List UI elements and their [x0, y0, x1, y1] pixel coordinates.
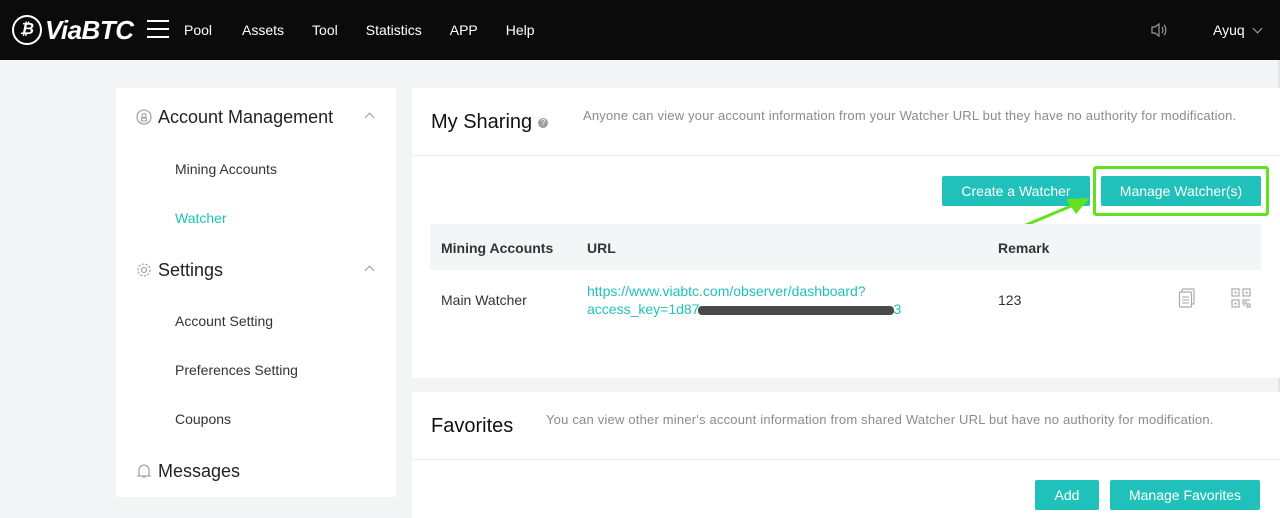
nav-tool[interactable]: Tool: [312, 22, 338, 38]
url-key-start: access_key=1d87: [587, 301, 700, 317]
watcher-url-line2: access_key=1d87 3: [587, 300, 947, 318]
sidebar-item-preferences-setting[interactable]: Preferences Setting: [175, 362, 298, 378]
account-icon: [136, 109, 152, 125]
nav-assets[interactable]: Assets: [242, 22, 284, 38]
row-remark: 123: [998, 292, 1022, 308]
chevron-up-icon: [364, 112, 375, 122]
favorites-description: You can view other miner's account infor…: [546, 412, 1214, 427]
page-title: My Sharing?: [431, 111, 549, 134]
main-nav: Pool Assets Tool Statistics APP Help: [184, 0, 563, 60]
manage-watchers-button[interactable]: Manage Watcher(s): [1101, 176, 1261, 206]
card-header: Favorites You can view other miner's acc…: [412, 392, 1280, 460]
bell-icon: [136, 464, 152, 478]
watcher-url-line1: https://www.viabtc.com/observer/dashboar…: [587, 283, 866, 299]
top-navbar: ₿ ViaBTC Pool Assets Tool Statistics APP…: [0, 0, 1280, 60]
nav-app[interactable]: APP: [450, 22, 478, 38]
favorites-title: Favorites: [431, 415, 514, 437]
add-favorite-button[interactable]: Add: [1035, 480, 1099, 510]
manage-favorites-button[interactable]: Manage Favorites: [1110, 480, 1260, 510]
sidebar-section-messages[interactable]: Messages: [116, 460, 396, 482]
column-header-remark: Remark: [998, 240, 1050, 256]
username: Ayuq: [1213, 22, 1245, 38]
sidebar-section-account-management[interactable]: Account Management: [116, 106, 396, 128]
row-account-name: Main Watcher: [441, 292, 527, 308]
column-header-mining-accounts: Mining Accounts: [441, 240, 554, 256]
qr-code-icon[interactable]: [1231, 288, 1251, 308]
sidebar-section-title: Settings: [158, 259, 224, 280]
my-sharing-description: Anyone can view your account information…: [583, 108, 1237, 123]
column-header-url: URL: [587, 240, 616, 256]
nav-statistics[interactable]: Statistics: [366, 22, 422, 38]
card-header: My Sharing? Anyone can view your account…: [412, 88, 1280, 156]
chevron-down-icon: [1252, 23, 1263, 33]
my-sharing-card: My Sharing? Anyone can view your account…: [412, 88, 1280, 378]
user-menu[interactable]: Ayuq: [1213, 22, 1263, 38]
favorites-card: Favorites You can view other miner's acc…: [412, 392, 1280, 518]
my-sharing-title: My Sharing: [431, 111, 533, 133]
chevron-up-icon: [364, 265, 375, 275]
viabtc-logo[interactable]: ₿ ViaBTC: [12, 13, 134, 47]
bitcoin-logo-icon: ₿: [12, 15, 42, 45]
copy-icon[interactable]: [1178, 288, 1196, 308]
table-header: Mining Accounts URL Remark: [430, 224, 1261, 270]
sidebar-section-settings[interactable]: Settings: [116, 259, 396, 281]
redacted-key: [698, 305, 895, 315]
sidebar-item-mining-accounts[interactable]: Mining Accounts: [175, 161, 277, 177]
sidebar-item-account-setting[interactable]: Account Setting: [175, 313, 273, 329]
sidebar: Account Management Mining Accounts Watch…: [116, 88, 396, 497]
sidebar-section-title: Messages: [158, 460, 241, 481]
nav-pool[interactable]: Pool: [184, 22, 212, 38]
url-key-end: 3: [893, 301, 902, 317]
speaker-icon[interactable]: [1150, 22, 1168, 38]
sidebar-item-coupons[interactable]: Coupons: [175, 411, 231, 427]
menu-icon[interactable]: [147, 20, 169, 38]
sidebar-item-watcher[interactable]: Watcher: [175, 210, 227, 226]
watcher-url-link[interactable]: https://www.viabtc.com/observer/dashboar…: [587, 282, 947, 318]
sidebar-section-title: Account Management: [158, 106, 334, 127]
help-icon[interactable]: ?: [538, 117, 549, 128]
brand-name: ViaBTC: [45, 14, 134, 45]
nav-help[interactable]: Help: [506, 22, 535, 38]
gear-icon: [137, 263, 151, 277]
